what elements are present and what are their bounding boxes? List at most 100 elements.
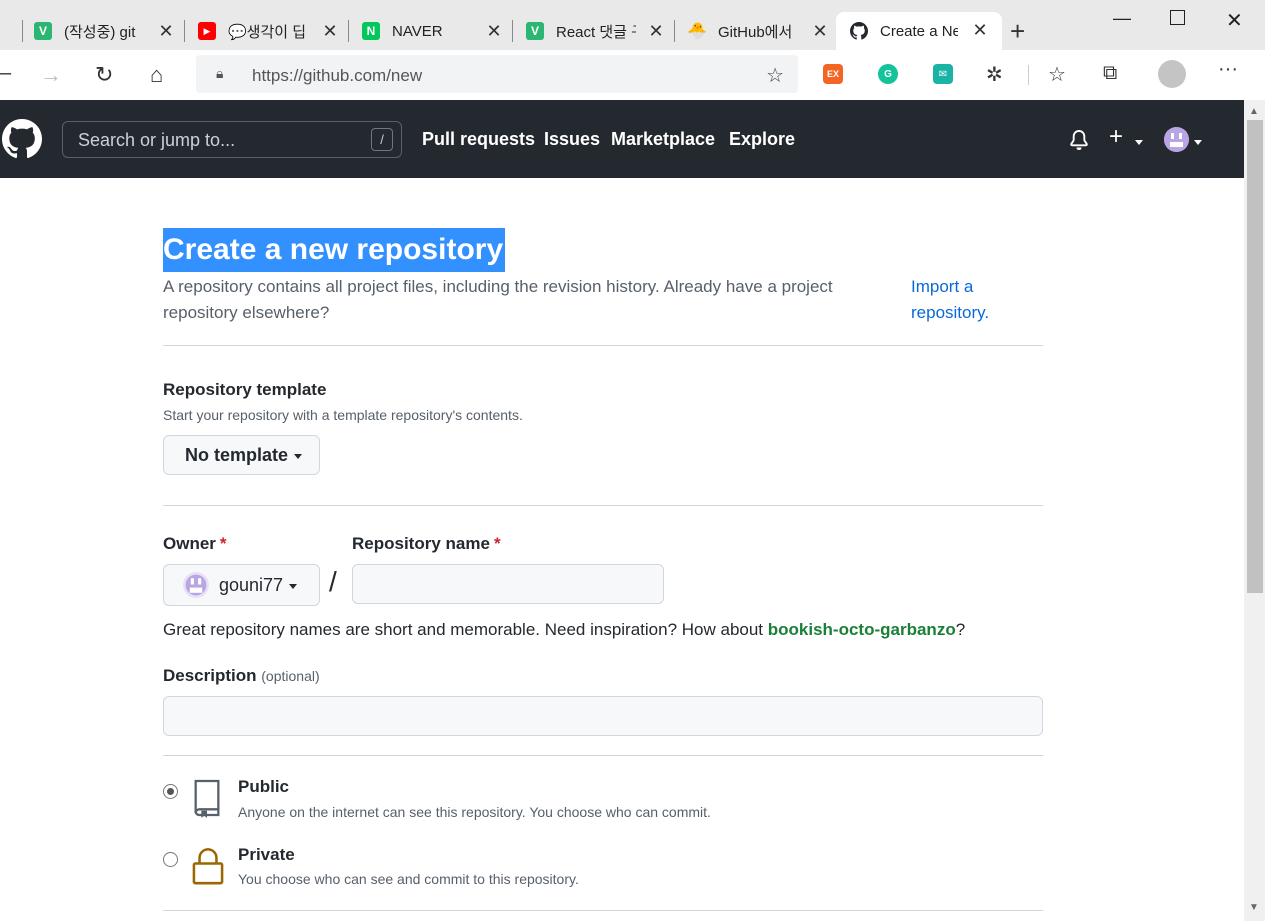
divider [163,755,1043,756]
page-title: Create a new repository [163,228,506,272]
close-tab-icon[interactable]: ✕ [812,21,828,42]
browser-tab[interactable]: N NAVER ✕ [362,15,502,47]
address-url: https://github.com/new [252,66,422,86]
close-tab-icon[interactable]: ✕ [972,20,988,41]
lock-icon [192,848,224,885]
template-heading: Repository template [163,380,327,399]
close-tab-icon[interactable]: ✕ [648,21,664,42]
minimize-icon[interactable]: — [1113,8,1131,29]
page-lead: A repository contains all project files,… [163,277,833,322]
url-path: /new [386,66,423,85]
tab-title: React 댓글 구 [556,23,636,41]
new-tab-plus-icon[interactable]: + [1010,16,1025,47]
repo-book-icon [194,779,220,818]
user-avatar-icon[interactable] [1164,127,1189,152]
close-tab-icon[interactable]: ✕ [158,21,174,42]
nav-explore[interactable]: Explore [729,129,795,150]
tab-separator [674,20,675,42]
tab-title: (작성중) git [64,23,136,41]
scroll-up-icon[interactable]: ▲ [1249,106,1259,117]
search-shortcut-key: / [371,128,393,151]
private-radio[interactable] [163,852,178,867]
owner-avatar-icon [183,572,209,598]
owner-repo-separator: / [329,566,337,597]
home-icon[interactable]: ⌂ [150,62,163,88]
favorites-icon[interactable]: ☆ [1048,62,1066,87]
lock-icon[interactable]: 🔒︎ [216,65,223,82]
divider [163,910,1043,911]
tab-title: NAVER [392,22,443,40]
suggestion-text: Great repository names are short and mem… [163,620,768,639]
repository-name-input[interactable] [352,564,664,604]
chick-favicon-icon: 🐣 [687,23,707,40]
add-favorite-icon[interactable]: ☆ [766,63,784,88]
create-new-plus-icon[interactable]: + [1109,123,1123,151]
description-input[interactable] [163,696,1043,736]
youtube-favicon-icon: ▶ [198,22,216,40]
vlog-favicon-icon: V [526,22,544,40]
name-suggestion: Great repository names are short and mem… [163,620,965,640]
owner-label-text: Owner [163,534,216,553]
suggestion-suffix: ? [955,620,966,639]
owner-select-button[interactable]: gouni77 [163,564,320,606]
browser-tab[interactable]: 🐣 GitHub에서 ✕ [687,15,828,47]
public-desc: Anyone on the internet can see this repo… [238,804,711,820]
template-select-label: No template [185,444,289,465]
window-close-icon[interactable]: ✕ [1226,8,1243,33]
public-radio[interactable] [163,784,178,799]
address-bar[interactable]: 🔒︎ https://github.com/new ☆ [196,55,798,93]
required-asterisk: * [493,534,501,553]
url-scheme: https:// [252,66,304,85]
owner-label: Owner * [163,534,227,554]
scroll-down-icon[interactable]: ▼ [1249,902,1259,913]
description-label: Description (optional) [163,666,320,686]
chevron-down-icon [289,583,298,589]
vlog-favicon-icon: V [34,22,52,40]
private-desc: You choose who can see and commit to thi… [238,871,579,887]
maximize-icon[interactable] [1170,10,1185,25]
import-repository-link[interactable]: Import a repository. [911,274,1021,326]
github-logo-icon[interactable] [2,119,42,159]
extensions-puzzle-icon[interactable]: ✲ [986,62,1003,87]
tab-title: GitHub에서 [718,23,793,41]
optional-hint: (optional) [261,668,320,684]
nav-marketplace[interactable]: Marketplace [611,129,715,150]
naver-favicon-icon: N [362,22,380,40]
search-input[interactable]: Search or jump to... / [62,121,402,158]
browser-tab-strip: V (작성중) git ✕ ▶ 💬생각이 딥 ✕ N NAVER ✕ V Rea… [0,0,1265,50]
browser-tab[interactable]: ▶ 💬생각이 딥 ✕ [198,15,338,47]
chevron-down-icon [294,453,303,459]
divider [163,505,1043,506]
reload-icon[interactable]: ↻ [95,62,113,88]
browser-tab-active[interactable]: Create a Ne ✕ [836,12,1002,50]
tab-title: 💬생각이 딥 [228,23,307,41]
template-select-button[interactable]: No template [163,435,320,475]
nav-issues[interactable]: Issues [544,129,600,150]
notifications-bell-icon[interactable] [1069,130,1089,150]
back-arrow-icon[interactable]: – [0,62,11,85]
close-tab-icon[interactable]: ✕ [322,21,338,42]
more-menu-icon[interactable]: ··· [1218,58,1238,81]
url-host: github.com [303,66,387,85]
owner-value: gouni77 [219,574,284,595]
browser-tab[interactable]: V React 댓글 구 ✕ [526,15,664,47]
profile-avatar-icon[interactable] [1158,60,1186,88]
close-tab-icon[interactable]: ✕ [486,21,502,42]
suggested-name-link[interactable]: bookish-octo-garbanzo [768,620,956,639]
collections-icon[interactable]: ⧉ [1103,62,1117,85]
nav-pull-requests[interactable]: Pull requests [422,129,535,150]
repo-name-label-text: Repository name [352,534,490,553]
create-new-caret-icon[interactable] [1135,140,1143,145]
forward-arrow-icon[interactable]: → [40,62,62,88]
tab-title: Create a Ne [880,22,958,40]
scrollbar-thumb[interactable] [1247,120,1263,593]
teal-extension-icon[interactable]: ✉ [933,64,953,84]
user-menu-caret-icon[interactable] [1194,140,1202,145]
tab-separator [348,20,349,42]
required-asterisk: * [219,534,227,553]
grammarly-extension-icon[interactable]: G [878,64,898,84]
browser-tab[interactable]: V (작성중) git ✕ [34,15,174,47]
search-placeholder: Search or jump to... [78,130,236,150]
template-note: Start your repository with a template re… [163,407,523,423]
ex-extension-icon[interactable]: EX [823,64,843,84]
